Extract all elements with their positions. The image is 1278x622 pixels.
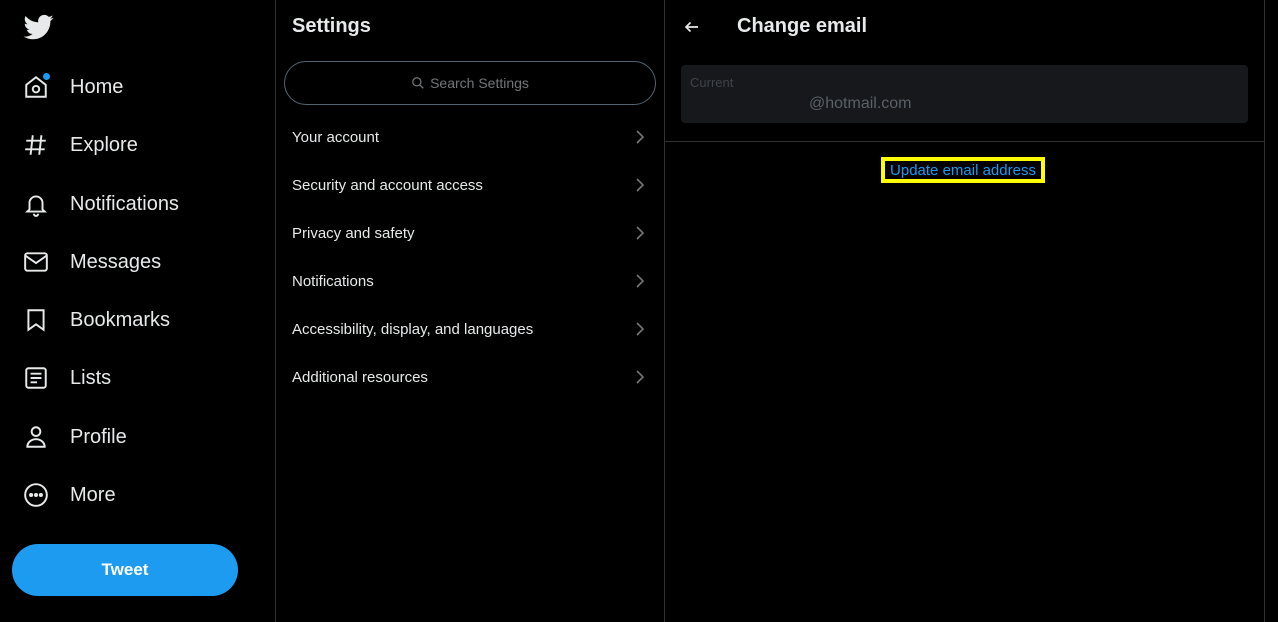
nav-label-home: Home	[70, 75, 124, 98]
settings-title: Settings	[292, 15, 371, 37]
section-divider	[665, 141, 1265, 142]
chevron-right-icon	[634, 225, 646, 241]
panel-right-border	[1264, 0, 1265, 622]
settings-item-accessibility[interactable]: Accessibility, display, and languages	[276, 305, 664, 353]
settings-item-label: Your account	[292, 128, 380, 146]
chevron-right-icon	[634, 273, 646, 289]
settings-item-label: Security and account access	[292, 176, 483, 194]
envelope-icon	[22, 248, 50, 276]
nav-item-lists[interactable]: Lists	[22, 358, 111, 398]
nav-item-messages[interactable]: Messages	[22, 242, 161, 282]
page-title: Change email	[737, 15, 868, 37]
settings-item-additional-resources[interactable]: Additional resources	[276, 353, 664, 401]
twitter-bird-icon[interactable]	[22, 12, 56, 42]
nav-label-bookmarks: Bookmarks	[70, 308, 171, 331]
nav-item-bookmarks[interactable]: Bookmarks	[22, 300, 170, 340]
app-root: Home Explore Notifications Messages Book…	[0, 0, 1278, 622]
search-placeholder: Search Settings	[430, 75, 529, 91]
nav-label-more: More	[70, 483, 116, 506]
nav-label-messages: Messages	[70, 250, 162, 273]
nav-item-notifications[interactable]: Notifications	[22, 184, 179, 224]
nav-item-home[interactable]: Home	[22, 67, 123, 107]
change-email-panel: Change email Current @hotmail.com Update…	[665, 0, 1265, 622]
search-input[interactable]: Search Settings	[284, 61, 656, 105]
chevron-right-icon	[634, 369, 646, 385]
hashtag-icon	[22, 131, 50, 159]
settings-item-notifications[interactable]: Notifications	[276, 257, 664, 305]
current-email-value: @hotmail.com	[809, 95, 912, 112]
current-email-label: Current	[690, 75, 734, 90]
settings-item-label: Notifications	[292, 272, 374, 290]
chevron-right-icon	[634, 129, 646, 145]
chevron-right-icon	[634, 321, 646, 337]
nav-label-lists: Lists	[70, 366, 112, 389]
tweet-button[interactable]: Tweet	[12, 544, 238, 596]
nav-label-notifications: Notifications	[70, 192, 179, 215]
person-icon	[22, 423, 50, 451]
settings-item-label: Additional resources	[292, 368, 428, 386]
settings-item-your-account[interactable]: Your account	[276, 113, 664, 161]
bell-icon	[22, 190, 50, 218]
back-arrow-icon[interactable]	[679, 14, 705, 40]
left-nav: Home Explore Notifications Messages Book…	[0, 0, 275, 622]
chevron-right-icon	[634, 177, 646, 193]
nav-label-profile: Profile	[70, 425, 127, 448]
settings-item-label: Accessibility, display, and languages	[292, 320, 534, 338]
list-icon	[22, 364, 50, 392]
settings-column: Settings Search Settings Your account Se…	[276, 0, 664, 622]
home-icon	[22, 73, 50, 101]
nav-item-profile[interactable]: Profile	[22, 417, 127, 457]
nav-item-more[interactable]: More	[22, 475, 116, 515]
more-circle-icon	[22, 481, 50, 509]
notification-dot	[43, 73, 50, 80]
search-icon	[411, 76, 425, 90]
bookmark-icon	[22, 306, 50, 334]
settings-item-label: Privacy and safety	[292, 224, 415, 242]
update-email-link[interactable]: Update email address	[881, 157, 1045, 183]
nav-item-explore[interactable]: Explore	[22, 125, 138, 165]
nav-label-explore: Explore	[70, 133, 138, 156]
current-email-field: Current @hotmail.com	[681, 65, 1248, 123]
settings-item-security[interactable]: Security and account access	[276, 161, 664, 209]
settings-item-privacy[interactable]: Privacy and safety	[276, 209, 664, 257]
